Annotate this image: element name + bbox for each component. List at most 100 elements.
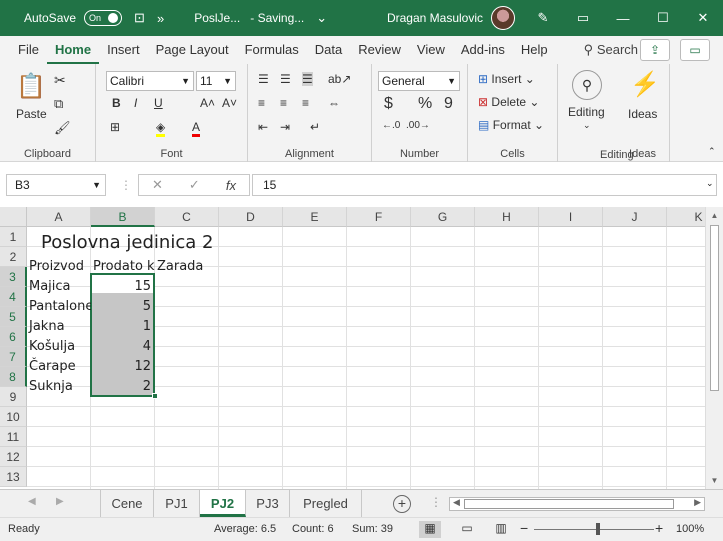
merge-center-icon[interactable]: ⇔ [328, 96, 340, 110]
splitter-icon[interactable]: ⋮ [120, 178, 132, 192]
align-top-icon[interactable]: ☰ [258, 72, 269, 86]
product-cell[interactable]: Suknja [27, 377, 91, 397]
sold-cell[interactable]: 1 [91, 317, 153, 337]
bold-button[interactable]: B [112, 96, 121, 110]
sold-cell[interactable]: 2 [91, 377, 153, 397]
ribbon-options-icon[interactable]: ▭ [563, 10, 603, 26]
italic-button[interactable]: I [134, 96, 137, 110]
row-header-9[interactable]: 9 [0, 387, 27, 407]
row-header-6[interactable]: 6 [0, 327, 27, 347]
ideas-button[interactable]: Ideas [628, 107, 657, 121]
row-header-1[interactable]: 1 [0, 227, 27, 247]
search-box[interactable]: ⚲ Search [584, 42, 638, 58]
grow-font-button[interactable]: A˄ [200, 96, 215, 110]
collapse-ribbon-icon[interactable]: ⌃ [708, 146, 716, 157]
paste-icon[interactable]: 📋 [16, 72, 46, 101]
row-header-11[interactable]: 11 [0, 427, 27, 447]
align-right-icon[interactable]: ≡ [302, 96, 309, 110]
tab-add-ins[interactable]: Add-ins [453, 36, 513, 64]
tab-view[interactable]: View [409, 36, 453, 64]
column-header-a[interactable]: A [27, 207, 91, 227]
format-painter-icon[interactable]: 🖌 [54, 120, 71, 136]
wrap-text-icon[interactable]: ↵ [310, 120, 320, 134]
sold-cell[interactable]: 4 [91, 337, 153, 357]
page-break-view-icon[interactable]: ▥ [490, 521, 512, 538]
tab-insert[interactable]: Insert [99, 36, 148, 64]
avatar[interactable] [491, 6, 515, 30]
name-box[interactable]: B3 ▼ [6, 174, 106, 196]
normal-view-icon[interactable]: ▦ [419, 521, 441, 538]
row-header-5[interactable]: 5 [0, 307, 27, 327]
sold-cell[interactable]: 5 [91, 297, 153, 317]
header-product[interactable]: Proizvod [27, 257, 91, 277]
column-header-g[interactable]: G [411, 207, 475, 227]
underline-button[interactable]: U [154, 96, 163, 110]
zoom-slider-knob[interactable] [596, 523, 600, 535]
scroll-right-icon[interactable]: ▶ [694, 497, 701, 508]
autosave-toggle[interactable]: On [84, 10, 123, 26]
formula-input[interactable]: 15 [252, 174, 717, 196]
select-all-button[interactable] [0, 207, 27, 227]
cell-area[interactable]: Poslovna jedinica 2 Proizvod Prodato kom… [27, 227, 705, 489]
horizontal-scrollbar[interactable]: ◀ ▶ [449, 497, 705, 511]
zoom-in-button[interactable]: + [655, 520, 663, 536]
row-header-12[interactable]: 12 [0, 447, 27, 467]
column-header-j[interactable]: J [603, 207, 667, 227]
font-family-select[interactable]: Calibri ▼ [106, 71, 194, 91]
scroll-left-icon[interactable]: ◀ [453, 497, 460, 508]
align-center-icon[interactable]: ≡ [280, 96, 287, 110]
delete-cells-button[interactable]: ⊠ Delete ⌄ [478, 95, 539, 109]
lightning-icon[interactable]: ⚡ [630, 70, 660, 99]
column-header-f[interactable]: F [347, 207, 411, 227]
align-left-icon[interactable]: ≡ [258, 96, 265, 110]
insert-function-button[interactable]: fx [226, 178, 236, 193]
row-header-2[interactable]: 2 [0, 247, 27, 267]
paste-button[interactable]: Paste [16, 107, 47, 121]
borders-icon[interactable]: ⊞ [110, 120, 120, 134]
shrink-font-button[interactable]: A˅ [222, 96, 237, 110]
column-header-b[interactable]: B [91, 207, 155, 227]
header-profit[interactable]: Zarada [155, 257, 219, 277]
orientation-icon[interactable]: ab↗ [328, 72, 351, 86]
prev-sheet-icon[interactable]: ◀ [28, 496, 36, 507]
tab-page-layout[interactable]: Page Layout [148, 36, 237, 64]
align-middle-icon[interactable]: ☰ [280, 72, 291, 86]
tab-review[interactable]: Review [350, 36, 409, 64]
currency-button[interactable]: $ [384, 95, 393, 113]
product-cell[interactable]: Košulja [27, 337, 91, 357]
pen-icon[interactable]: ✎ [523, 10, 563, 26]
chevron-down-icon[interactable]: ⌄ [316, 10, 327, 26]
sheet-tab-pregled[interactable]: Pregled [290, 490, 362, 517]
decrease-decimal-icon[interactable]: .00→ [406, 120, 430, 131]
sheet-tab-cene[interactable]: Cene [100, 490, 154, 517]
column-header-k[interactable]: K [667, 207, 705, 227]
close-button[interactable]: ✕ [683, 10, 723, 26]
column-header-h[interactable]: H [475, 207, 539, 227]
next-sheet-icon[interactable]: ▶ [56, 496, 64, 507]
sold-cell[interactable]: 12 [91, 357, 153, 377]
font-size-select[interactable]: 11 ▼ [196, 71, 236, 91]
tab-file[interactable]: File [10, 36, 47, 64]
tab-home[interactable]: Home [46, 36, 100, 64]
editing-group[interactable]: ⚲ Editing ⌄ [558, 64, 616, 162]
fill-color-icon[interactable]: ◈ [156, 120, 166, 137]
product-cell[interactable]: Čarape [27, 357, 91, 377]
enter-icon[interactable]: ✓ [189, 177, 200, 193]
tab-splitter-icon[interactable]: ⋮ [430, 495, 442, 509]
font-color-icon[interactable]: A [192, 120, 201, 137]
cut-icon[interactable]: ✂ [54, 72, 66, 89]
scroll-thumb[interactable] [710, 225, 719, 391]
scroll-up-icon[interactable]: ▲ [706, 211, 723, 220]
row-header-7[interactable]: 7 [0, 347, 27, 367]
sheet-title[interactable]: Poslovna jedinica 2 [39, 231, 215, 255]
zoom-level[interactable]: 100% [676, 523, 704, 535]
expand-formula-icon[interactable]: ⌄ [706, 178, 714, 189]
row-header-8[interactable]: 8 [0, 367, 27, 387]
column-header-i[interactable]: I [539, 207, 603, 227]
scroll-down-icon[interactable]: ▼ [706, 476, 723, 485]
comments-button[interactable]: ▭ [680, 39, 710, 61]
increase-decimal-icon[interactable]: ←.0 [382, 120, 400, 131]
save-icon[interactable]: ⊡ [134, 10, 145, 26]
percent-button[interactable]: % [418, 95, 432, 113]
hscroll-thumb[interactable] [464, 499, 674, 509]
